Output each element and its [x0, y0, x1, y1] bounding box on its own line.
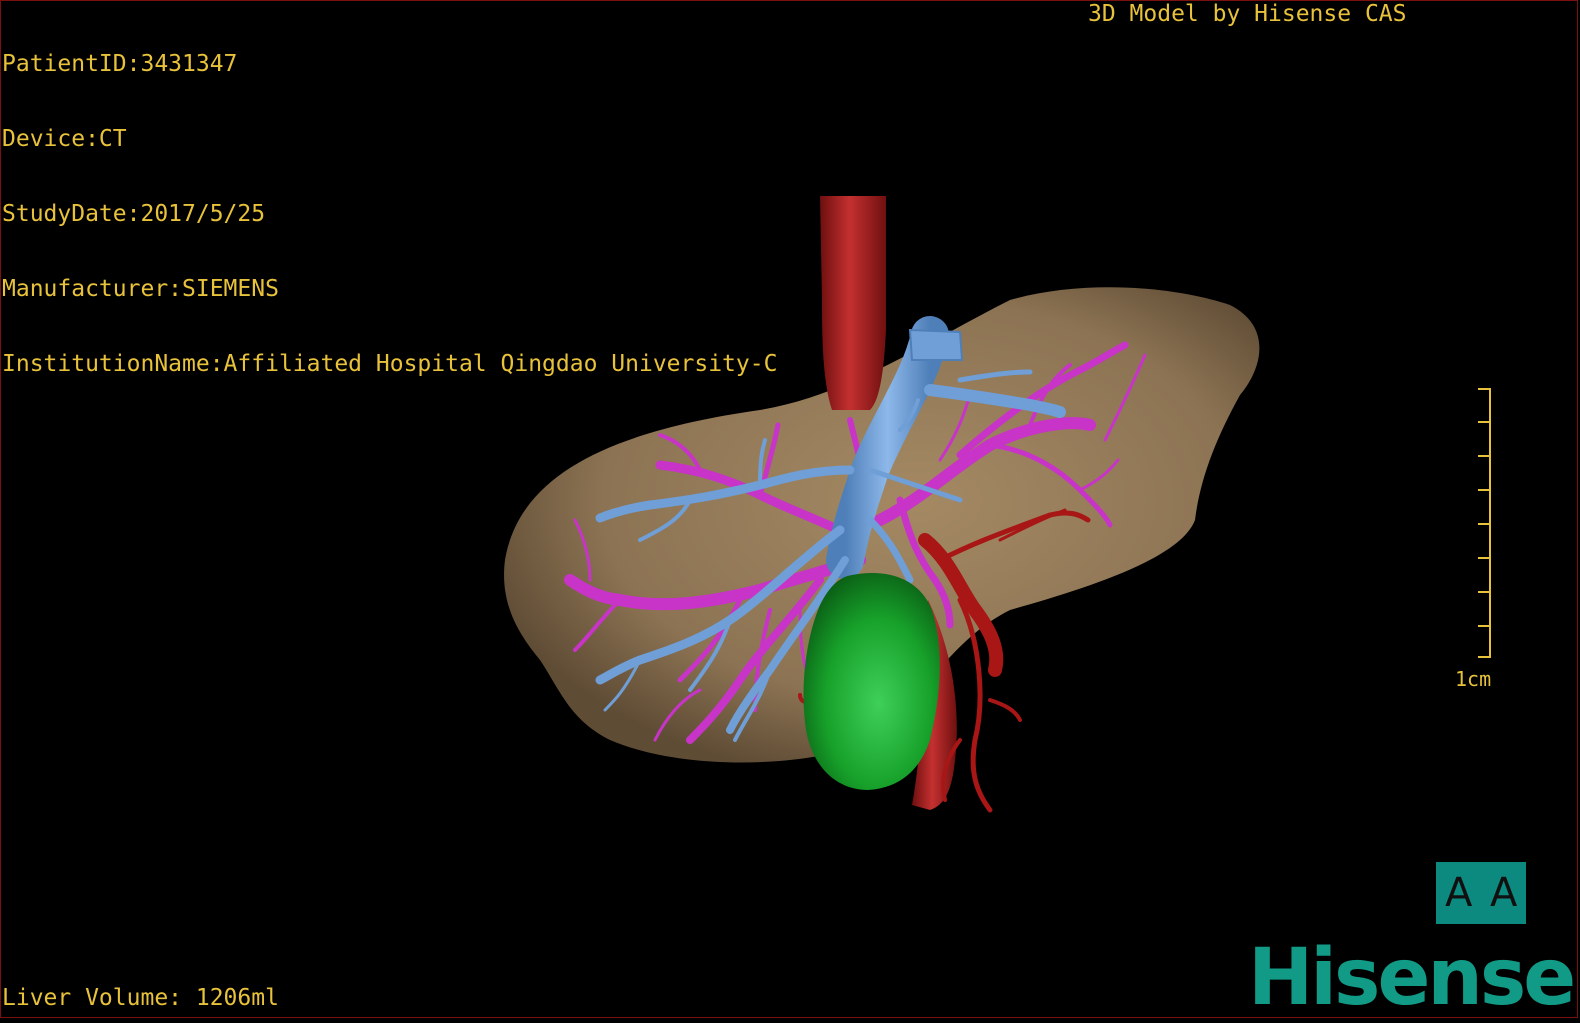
patient-id-text: PatientID:3431347 — [2, 51, 238, 77]
orientation-left-glyph: A — [1444, 870, 1472, 916]
orientation-right-glyph: A — [1490, 870, 1518, 916]
scale-bar-label: 1cm — [1455, 667, 1492, 691]
model-credit-text: 3D Model by Hisense CAS — [1088, 1, 1407, 27]
institution-text: InstitutionName:Affiliated Hospital Qing… — [2, 351, 778, 377]
liver-volume-text: Liver Volume: 1206ml — [2, 985, 279, 1011]
scale-bar — [1478, 388, 1491, 658]
aorta-model — [820, 196, 886, 410]
study-date-text: StudyDate:2017/5/25 — [2, 201, 266, 227]
tumor-model — [803, 573, 940, 790]
manufacturer-text: Manufacturer:SIEMENS — [2, 276, 279, 302]
hisense-logo: Hisense — [1248, 933, 1576, 1023]
orientation-marker-button[interactable]: A A — [1436, 862, 1526, 924]
device-text: Device:CT — [2, 126, 127, 152]
dicom-info-panel: PatientID:3431347 Device:CT StudyDate:20… — [2, 2, 777, 402]
